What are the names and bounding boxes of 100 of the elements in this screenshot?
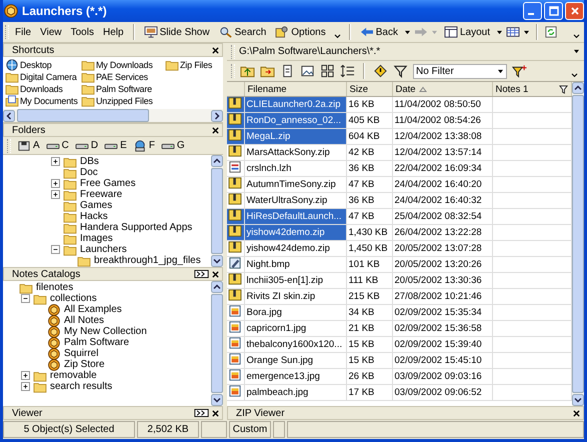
shortcut-item[interactable]: PAE Services xyxy=(81,71,163,83)
catalog-label[interactable]: removable xyxy=(50,370,97,381)
menu-item[interactable]: Tools xyxy=(68,26,97,38)
file-row[interactable]: Bora.jpg 34 KB 02/09/2002 15:35:34 xyxy=(227,304,572,320)
dropdown-arrow-icon[interactable] xyxy=(404,30,411,34)
toolbar-overflow-icon[interactable] xyxy=(571,73,578,78)
shortcut-item[interactable]: Palm Software xyxy=(81,83,163,95)
scroll-up-icon[interactable] xyxy=(211,155,223,167)
scroll-left-icon[interactable] xyxy=(3,110,15,122)
drive-button[interactable]: G xyxy=(160,140,185,152)
file-row[interactable]: Orange Sun.jpg 15 KB 02/09/2002 15:45:10 xyxy=(227,352,572,368)
folder-label[interactable]: Freeware xyxy=(80,189,122,200)
filter-icon[interactable] xyxy=(559,84,568,94)
add-filter-icon[interactable] xyxy=(512,64,527,78)
catalog-label[interactable]: Palm Software xyxy=(64,337,130,348)
drive-button[interactable]: C xyxy=(46,140,69,152)
column-header[interactable]: Notes 1 xyxy=(492,82,572,96)
tree-expander[interactable] xyxy=(51,245,60,254)
close-icon[interactable] xyxy=(573,410,580,416)
scroll-down-icon[interactable] xyxy=(572,394,584,406)
close-icon[interactable] xyxy=(212,270,219,278)
column-header[interactable]: Filename xyxy=(244,82,346,96)
menu-item[interactable]: File xyxy=(12,26,34,38)
layout-button[interactable]: Layout xyxy=(440,25,494,39)
scroll-thumb[interactable] xyxy=(211,168,223,254)
file-row[interactable]: MarsAttackSony.zip 42 KB 12/04/2002 13:57:14 xyxy=(227,144,572,160)
picture-icon[interactable] xyxy=(300,64,315,78)
grid-icon[interactable] xyxy=(320,64,335,78)
catalog-label[interactable]: collections xyxy=(50,293,97,304)
vertical-scrollbar[interactable] xyxy=(211,281,223,406)
catalog-label[interactable]: My New Collection xyxy=(64,326,147,337)
tree-expander[interactable] xyxy=(21,382,30,391)
drive-button[interactable]: A xyxy=(17,140,40,152)
shortcut-item[interactable]: Desktop xyxy=(5,59,79,71)
refresh-icon[interactable] xyxy=(544,26,558,38)
file-row[interactable]: thebalcony1600x120... 15 KB 02/09/2002 15:39:40 xyxy=(227,336,572,352)
catalog-label[interactable]: Squirrel xyxy=(64,348,98,359)
expand-icon[interactable] xyxy=(194,409,209,417)
folder-label[interactable]: Handera Supported Apps xyxy=(80,222,192,233)
file-row[interactable]: HiResDefaultLaunch... 47 KB 25/04/2002 08:32:54 xyxy=(227,208,572,224)
shortcut-item[interactable]: Digital Camera xyxy=(5,71,79,83)
folder-label[interactable]: Doc xyxy=(80,167,98,178)
folder-label[interactable]: Launchers xyxy=(80,244,127,255)
shortcut-item[interactable]: Unzipped Files xyxy=(81,95,163,107)
maximize-button[interactable] xyxy=(544,2,563,20)
file-row[interactable]: Rivits ZI skin.zip 215 KB 27/08/2002 10:21:46 xyxy=(227,288,572,304)
toolbar-button[interactable]: Search xyxy=(216,25,270,39)
horizontal-scrollbar[interactable] xyxy=(3,109,223,123)
folder-up-icon[interactable] xyxy=(240,64,255,78)
column-header[interactable]: Size xyxy=(346,82,392,96)
toolbar-button[interactable]: Options xyxy=(272,25,329,39)
scroll-up-icon[interactable] xyxy=(572,82,584,94)
file-row[interactable]: CLIELauncher0.2a.zip 16 KB 11/04/2002 08:50:50 xyxy=(227,96,572,112)
filter-dropdown[interactable]: No Filter xyxy=(413,64,507,78)
dropdown-arrow-icon[interactable] xyxy=(496,30,504,34)
folder-arrow-icon[interactable] xyxy=(260,64,275,78)
shortcut-item[interactable]: Zip Files xyxy=(165,59,221,71)
file-row[interactable]: AutumnTimeSony.zip 47 KB 24/04/2002 16:40:20 xyxy=(227,176,572,192)
folder-label[interactable]: Free Games xyxy=(80,178,136,189)
minimize-button[interactable] xyxy=(523,2,542,20)
catalog-label[interactable]: Zip Store xyxy=(64,359,105,370)
file-row[interactable]: capricorn1.jpg 21 KB 02/09/2002 15:36:58 xyxy=(227,320,572,336)
list-icon[interactable] xyxy=(340,64,355,78)
grid-view-icon[interactable] xyxy=(506,26,520,38)
diamond-icon[interactable] xyxy=(373,64,388,78)
file-row[interactable]: MegaL.zip 604 KB 12/04/2002 13:38:08 xyxy=(227,128,572,144)
back-button[interactable]: Back xyxy=(356,25,401,39)
drive-button[interactable]: F xyxy=(132,140,155,152)
toolbar-overflow-icon[interactable] xyxy=(573,34,580,39)
shortcut-item[interactable]: My Downloads xyxy=(81,59,163,71)
tree-expander[interactable] xyxy=(51,190,60,199)
scroll-thumb[interactable] xyxy=(211,294,223,393)
folder-label[interactable]: Hacks xyxy=(80,211,108,222)
drive-button[interactable]: E xyxy=(104,140,127,152)
catalog-label[interactable]: search results xyxy=(50,381,112,392)
scroll-up-icon[interactable] xyxy=(211,281,223,293)
folder-label[interactable]: breakthrough1_jpg_files xyxy=(94,255,201,266)
file-row[interactable]: emergence13.jpg 26 KB 03/09/2002 09:03:16 xyxy=(227,368,572,384)
catalog-label[interactable]: filenotes xyxy=(36,282,74,293)
close-icon[interactable] xyxy=(212,410,219,416)
file-row[interactable]: crslnch.lzh 36 KB 22/04/2002 16:09:34 xyxy=(227,160,572,176)
filter-icon[interactable] xyxy=(393,64,408,78)
menu-item[interactable]: View xyxy=(37,26,65,38)
expand-icon[interactable] xyxy=(194,270,209,278)
shortcut-item[interactable]: Downloads xyxy=(5,83,79,95)
scroll-down-icon[interactable] xyxy=(211,394,223,406)
menu-item[interactable]: Help xyxy=(100,26,127,38)
drive-button[interactable]: D xyxy=(74,140,98,152)
close-icon[interactable] xyxy=(212,46,219,54)
file-row[interactable]: lnchii305-en[1].zip 111 KB 20/05/2002 13:30:36 xyxy=(227,272,572,288)
folder-label[interactable]: Images xyxy=(80,233,113,244)
dropdown-arrow-icon[interactable] xyxy=(573,49,580,54)
close-button[interactable] xyxy=(565,2,584,20)
path-field[interactable]: G:\Palm Software\Launchers\*.* xyxy=(239,46,569,57)
file-row[interactable]: palmbeach.jpg 17 KB 03/09/2002 09:06:52 xyxy=(227,384,572,400)
toolbar-button[interactable]: Slide Show xyxy=(140,25,213,39)
shortcut-item[interactable]: My Documents xyxy=(5,95,79,107)
toolbar-overflow-icon[interactable] xyxy=(334,34,341,39)
file-row[interactable]: yishow42demo.zip 1,430 KB 26/04/2002 13:22:28 xyxy=(227,224,572,240)
dropdown-arrow-icon[interactable] xyxy=(523,30,530,34)
